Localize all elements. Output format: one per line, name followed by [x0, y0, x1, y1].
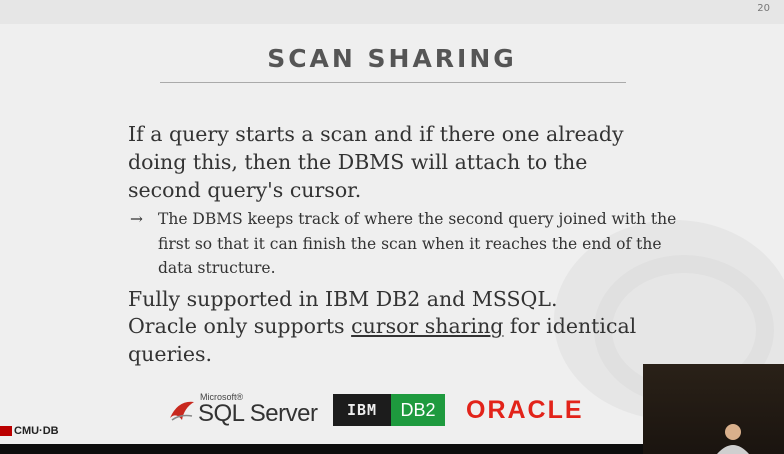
- sql-server-label: SQL Server: [198, 400, 318, 427]
- ibm-label: IBM: [333, 394, 391, 426]
- speaker-icon: [717, 424, 749, 454]
- slide-title: SCAN SHARING: [267, 44, 517, 73]
- slide-header-bar: 20: [0, 0, 784, 24]
- ibm-db2-logo: IBM DB2: [333, 394, 445, 426]
- sub-bullet-text: The DBMS keeps track of where the second…: [158, 210, 677, 277]
- sub-bullet: → The DBMS keeps track of where the seco…: [130, 207, 690, 281]
- paragraph-scan-attach: If a query starts a scan and if there on…: [128, 122, 624, 202]
- oracle-text-prefix: Oracle only supports: [128, 314, 352, 338]
- cmu-db-branding: CMU·DB: [0, 425, 59, 437]
- cursor-sharing-link: cursor sharing: [351, 314, 504, 338]
- cmu-db-icon: [0, 426, 12, 436]
- paragraph-supported: Fully supported in IBM DB2 and MSSQL.: [128, 287, 558, 311]
- arrow-icon: →: [130, 210, 143, 228]
- paragraph-oracle: Oracle only supports cursor sharing for …: [128, 312, 668, 368]
- oracle-logo: ORACLE: [466, 396, 584, 424]
- title-divider: [160, 82, 626, 83]
- page-number: 20: [757, 3, 770, 14]
- speaker-video: [643, 364, 784, 454]
- cmu-db-label: CMU·DB: [14, 425, 59, 437]
- sql-server-logo: Microsoft® SQL Server: [168, 392, 318, 430]
- db2-label: DB2: [391, 394, 445, 426]
- sql-server-flag-icon: [170, 401, 194, 421]
